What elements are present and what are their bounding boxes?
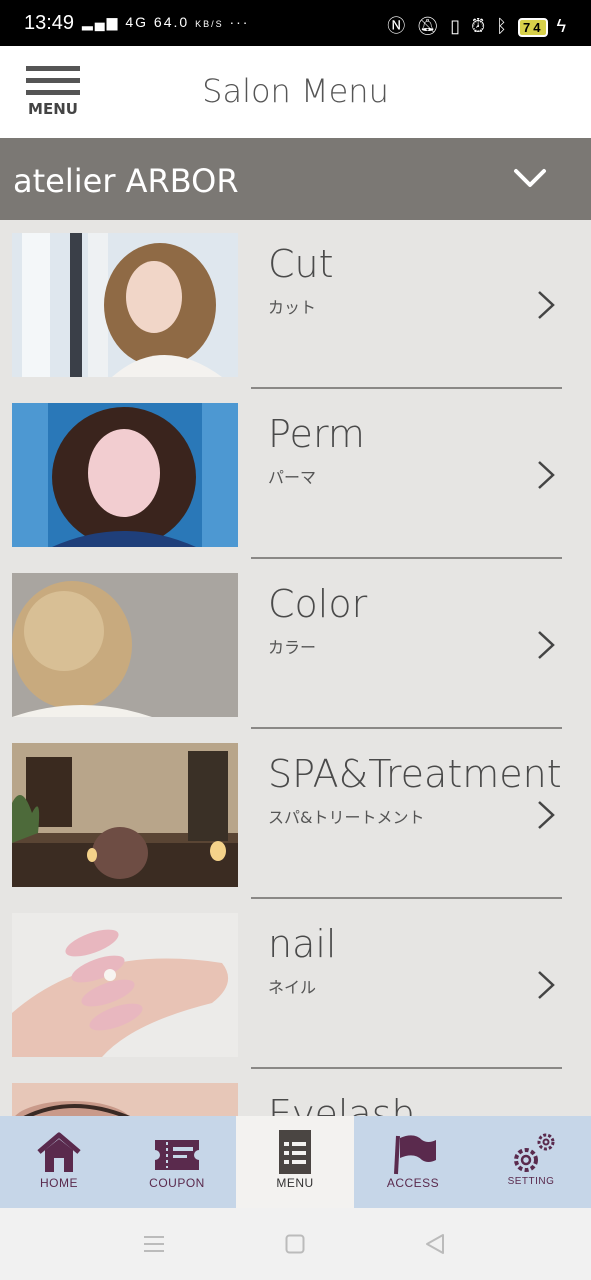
- menu-item-eyelash[interactable]: Eyelash: [0, 1070, 591, 1116]
- eyelash-photo: [12, 1083, 238, 1116]
- status-bar: 13:49 ▂▄▆ 4G 64.0 KB/S ··· Ⓝ 🔕︎ ▯ ⏰︎ ᛒ 7…: [0, 0, 591, 46]
- home-icon: [37, 1132, 81, 1172]
- divider: [251, 557, 562, 559]
- tab-label: SETTING: [507, 1176, 555, 1187]
- perm-photo: [12, 403, 238, 547]
- tab-setting[interactable]: SETTING: [472, 1116, 590, 1208]
- menu-item-perm[interactable]: Perm パーマ: [0, 390, 591, 560]
- flag-icon: [394, 1135, 436, 1175]
- divider: [251, 727, 562, 729]
- menu-item-title: Color: [268, 582, 368, 626]
- alarm-icon: ⏰︎: [471, 16, 489, 36]
- speed-value: 64.0: [153, 14, 190, 30]
- hamburger-icon: [26, 66, 80, 71]
- tab-label: HOME: [40, 1176, 78, 1190]
- ticket-icon: [155, 1140, 199, 1170]
- tab-access[interactable]: ACCESS: [354, 1116, 472, 1208]
- menu-item-title: Cut: [268, 242, 334, 286]
- chevron-right-icon: [538, 971, 555, 999]
- tab-label: MENU: [276, 1176, 314, 1190]
- network-type: 4G: [125, 14, 149, 30]
- tab-label: ACCESS: [386, 1176, 440, 1190]
- salon-selector[interactable]: atelier ARBOR: [0, 138, 591, 220]
- menu-item-cut[interactable]: Cut カット: [0, 220, 591, 390]
- color-photo: [12, 573, 238, 717]
- divider: [251, 897, 562, 899]
- tab-coupon[interactable]: COUPON: [118, 1116, 236, 1208]
- chevron-right-icon: [538, 631, 555, 659]
- bluetooth-icon: ᛒ: [496, 16, 510, 36]
- chevron-right-icon: [538, 801, 555, 829]
- menu-item-title: Eyelash: [268, 1092, 416, 1116]
- divider: [251, 1067, 562, 1069]
- mute-icon: 🔕︎: [416, 16, 443, 36]
- divider: [251, 387, 562, 389]
- menu-item-subtitle: パーマ: [268, 468, 317, 487]
- battery-level: 74: [517, 18, 549, 37]
- menu-list: Cut カット Perm パーマ Color カラー SPA&Treatment…: [0, 220, 591, 1116]
- menu-item-title: SPA&Treatment: [268, 752, 562, 796]
- tab-label: COUPON: [149, 1176, 205, 1190]
- status-right-icons: Ⓝ 🔕︎ ▯ ⏰︎ ᛒ 74 ϟ: [387, 12, 569, 38]
- menu-item-subtitle: カラー: [268, 638, 317, 657]
- gear-icon: [514, 1133, 555, 1172]
- menu-item-subtitle: カット: [268, 298, 317, 317]
- back-nav-icon[interactable]: [425, 1233, 445, 1255]
- salon-name: atelier ARBOR: [13, 162, 239, 200]
- chevron-right-icon: [538, 461, 555, 489]
- bottom-tab-bar: HOME COUPON MENU ACCESS SETTING: [0, 1116, 591, 1208]
- speed-unit: KB/S: [195, 19, 224, 29]
- chevron-down-icon: [514, 169, 546, 187]
- nfc-icon: Ⓝ: [387, 16, 409, 36]
- signal-icon: ▂▄▆: [82, 14, 120, 30]
- menu-item-subtitle: ネイル: [268, 978, 317, 997]
- tab-menu[interactable]: MENU: [236, 1116, 354, 1208]
- menu-item-color[interactable]: Color カラー: [0, 560, 591, 730]
- chevron-right-icon: [538, 291, 555, 319]
- charging-icon: ϟ: [556, 16, 569, 36]
- menu-item-title: nail: [268, 922, 337, 966]
- page-title: Salon Menu: [202, 72, 389, 110]
- menu-item-nail[interactable]: nail ネイル: [0, 900, 591, 1070]
- system-nav-bar: [0, 1208, 591, 1280]
- home-nav-icon[interactable]: [285, 1234, 305, 1254]
- vibrate-icon: ▯: [450, 16, 464, 36]
- recent-apps-icon[interactable]: [143, 1235, 165, 1253]
- spa-treatment-photo: [12, 743, 238, 887]
- more-dots: ···: [229, 14, 250, 30]
- cut-photo: [12, 233, 238, 377]
- menu-item-title: Perm: [268, 412, 365, 456]
- menu-item-spa-treatment[interactable]: SPA&Treatment スパ&トリートメント: [0, 730, 591, 900]
- menu-item-subtitle: スパ&トリートメント: [268, 808, 425, 827]
- nail-photo: [12, 913, 238, 1057]
- app-header: MENU Salon Menu: [0, 46, 591, 138]
- tab-home[interactable]: HOME: [0, 1116, 118, 1208]
- status-network: ▂▄▆ 4G 64.0 KB/S ···: [82, 14, 249, 31]
- status-time: 13:49: [24, 12, 75, 34]
- menu-list-icon: [279, 1130, 311, 1174]
